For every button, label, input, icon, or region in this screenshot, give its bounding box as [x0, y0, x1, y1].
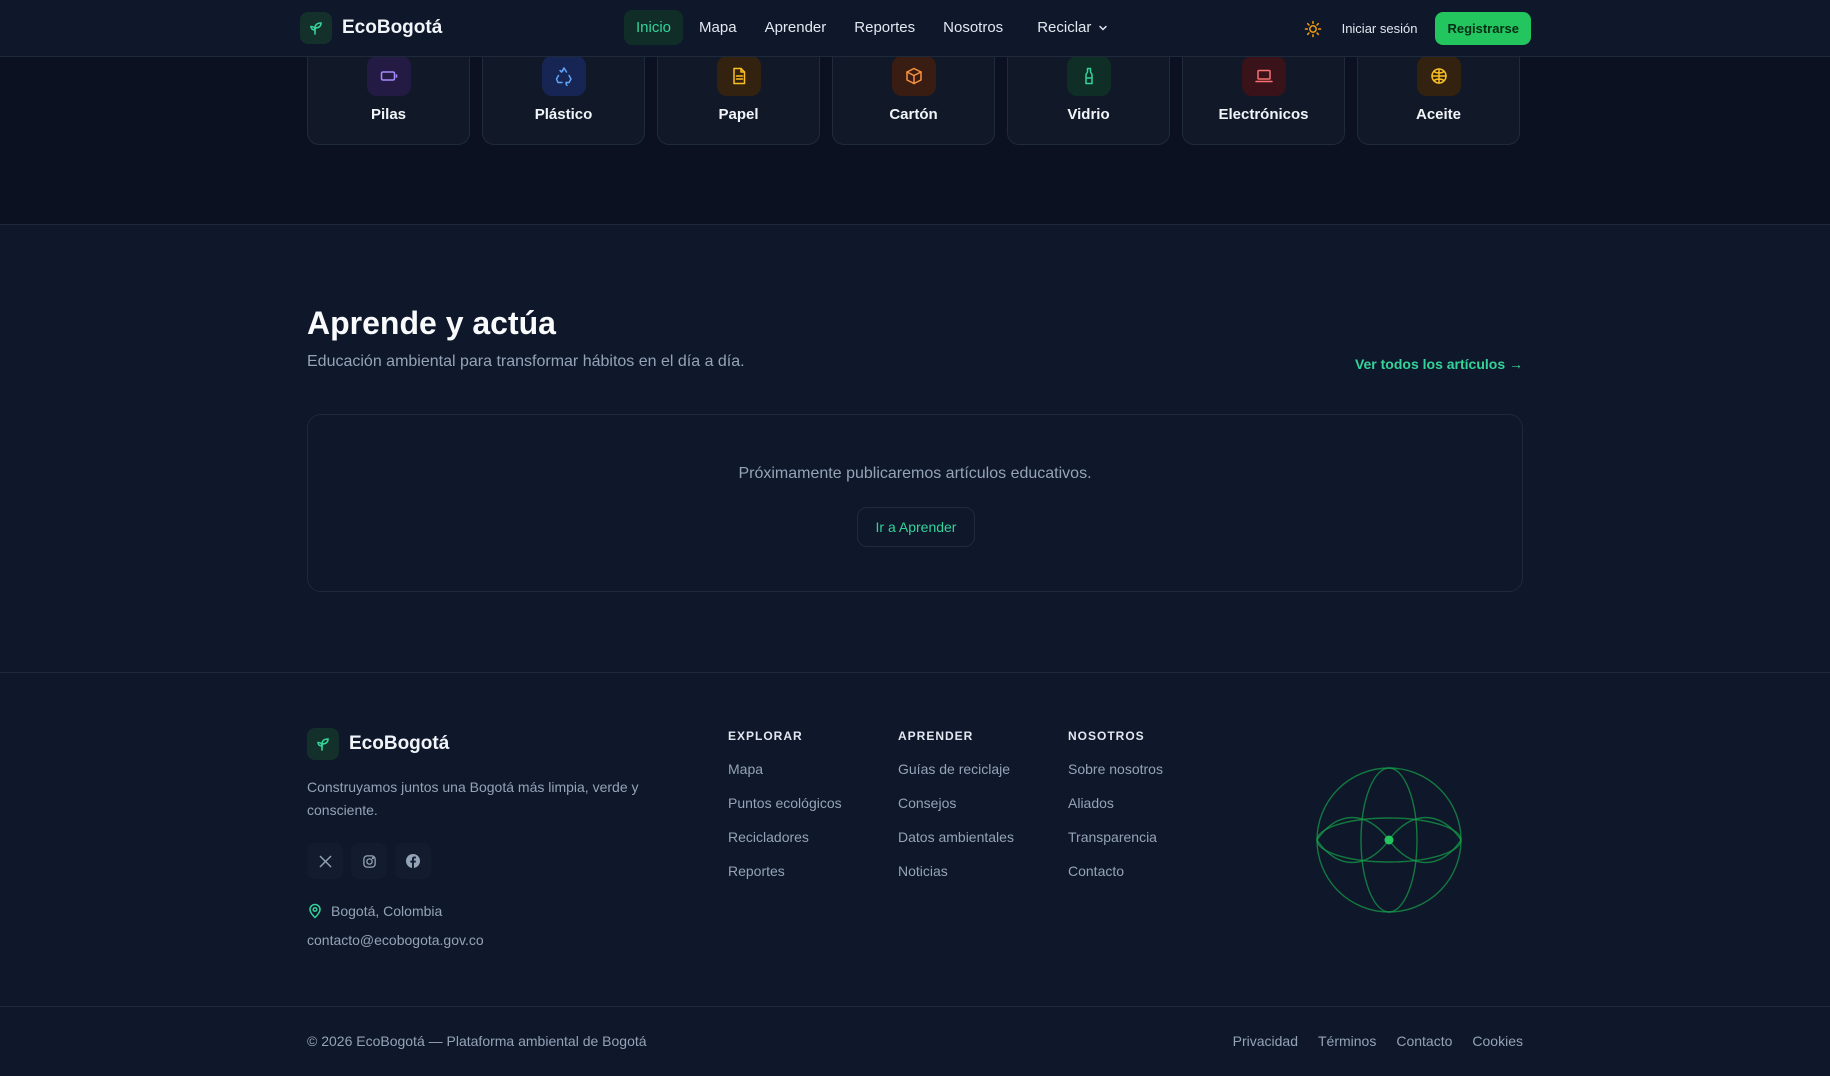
nav-dropdown-reciclar[interactable]: Reciclar — [1025, 10, 1121, 45]
category-card-papel[interactable]: Papel — [657, 47, 820, 145]
footer-link[interactable]: Mapa — [728, 761, 842, 795]
category-card-aceite[interactable]: Aceite — [1357, 47, 1520, 145]
footer-link[interactable]: Contacto — [1068, 863, 1163, 897]
category-label: Plástico — [534, 106, 593, 123]
nav-link-mapa[interactable]: Mapa — [687, 10, 749, 45]
social-links — [307, 843, 431, 879]
category-card-pilas[interactable]: Pilas — [307, 47, 470, 145]
globe-illustration — [1316, 767, 1462, 913]
category-card-plastico[interactable]: Plástico — [482, 47, 645, 145]
sprout-icon — [300, 12, 332, 44]
brand-name: EcoBogotá — [342, 17, 443, 38]
footer-column-title: APRENDER — [898, 729, 974, 743]
nav-link-aprender[interactable]: Aprender — [753, 10, 839, 45]
footer-description: Construyamos juntos una Bogotá más limpi… — [307, 779, 639, 818]
footer-column-nosotros: NOSOTROS Sobre nosotros Aliados Transpar… — [1068, 729, 1163, 897]
footer-location: Bogotá, Colombia — [307, 903, 442, 919]
category-label: Pilas — [370, 106, 407, 123]
footer-link[interactable]: Recicladores — [728, 829, 842, 863]
category-card-carton[interactable]: Cartón — [832, 47, 995, 145]
login-link[interactable]: Iniciar sesión — [1342, 21, 1418, 36]
footer-link[interactable]: Sobre nosotros — [1068, 761, 1163, 795]
nav-actions: Iniciar sesión Registrarse — [1302, 12, 1531, 45]
legal-link-privacidad[interactable]: Privacidad — [1233, 1033, 1298, 1049]
empty-articles-card: Próximamente publicaremos artículos educ… — [307, 414, 1523, 592]
nav-dropdown-label: Reciclar — [1037, 19, 1092, 36]
laptop-icon — [1241, 56, 1286, 96]
footer-link[interactable]: Guías de reciclaje — [898, 761, 1014, 795]
empty-state-text: Próximamente publicaremos artículos educ… — [738, 465, 1092, 482]
battery-icon — [366, 56, 411, 96]
footer-column-title: NOSOTROS — [1068, 729, 1145, 743]
category-grid: Pilas Plástico Papel Cartón Vidrio Elect… — [307, 47, 1520, 145]
box-icon — [891, 56, 936, 96]
category-label: Electrónicos — [1218, 106, 1309, 123]
footer-column-aprender: APRENDER Guías de reciclaje Consejos Dat… — [898, 729, 1014, 897]
footer-link[interactable]: Puntos ecológicos — [728, 795, 842, 829]
oil-icon — [1416, 56, 1461, 96]
footer-brand-name: EcoBogotá — [349, 733, 450, 754]
nav-link-reportes[interactable]: Reportes — [842, 10, 927, 45]
x-twitter-icon[interactable] — [307, 843, 343, 879]
copyright-text: © 2026 EcoBogotá — Plataforma ambiental … — [307, 1033, 647, 1049]
facebook-icon[interactable] — [395, 843, 431, 879]
legal-link-cookies[interactable]: Cookies — [1472, 1033, 1523, 1049]
section-subtitle: Educación ambiental para transformar háb… — [307, 353, 745, 370]
register-button[interactable]: Registrarse — [1435, 12, 1531, 45]
legal-links: Privacidad Términos Contacto Cookies — [1233, 1033, 1523, 1049]
chevron-down-icon — [1099, 25, 1108, 31]
brand-logo-link[interactable]: EcoBogotá — [300, 12, 442, 44]
category-label: Papel — [718, 106, 759, 123]
contact-email-link[interactable]: contacto@ecobogota.gov.co — [307, 932, 484, 948]
footer-column-title: EXPLORAR — [728, 729, 803, 743]
legal-link-contacto[interactable]: Contacto — [1396, 1033, 1452, 1049]
footer-link[interactable]: Aliados — [1068, 795, 1163, 829]
go-to-learn-button[interactable]: Ir a Aprender — [857, 507, 975, 547]
view-all-articles-link[interactable]: Ver todos los artículos → — [1355, 356, 1523, 372]
instagram-icon[interactable] — [351, 843, 387, 879]
footer-link[interactable]: Consejos — [898, 795, 1014, 829]
bottle-icon — [1066, 56, 1111, 96]
sun-icon[interactable] — [1302, 18, 1324, 40]
footer: EcoBogotá Construyamos juntos una Bogotá… — [0, 673, 1830, 1076]
category-label: Vidrio — [1067, 106, 1110, 123]
recycle-icon — [541, 56, 586, 96]
footer-bottom-bar: © 2026 EcoBogotá — Plataforma ambiental … — [0, 1006, 1830, 1076]
category-card-vidrio[interactable]: Vidrio — [1007, 47, 1170, 145]
section-title: Aprende y actúa — [307, 305, 556, 341]
footer-link[interactable]: Noticias — [898, 863, 1014, 897]
top-navbar: EcoBogotá Inicio Mapa Aprender Reportes … — [0, 0, 1830, 57]
category-label: Aceite — [1415, 106, 1462, 123]
category-label: Cartón — [889, 106, 938, 123]
footer-brand[interactable]: EcoBogotá — [307, 728, 449, 760]
legal-link-terminos[interactable]: Términos — [1318, 1033, 1376, 1049]
nav-link-nosotros[interactable]: Nosotros — [931, 10, 1015, 45]
main-nav: Inicio Mapa Aprender Reportes Nosotros R… — [624, 10, 1121, 45]
footer-column-explorar: EXPLORAR Mapa Puntos ecológicos Reciclad… — [728, 729, 842, 897]
footer-link[interactable]: Datos ambientales — [898, 829, 1014, 863]
nav-link-inicio[interactable]: Inicio — [624, 10, 684, 45]
footer-link[interactable]: Transparencia — [1068, 829, 1163, 863]
document-icon — [716, 56, 761, 96]
location-text: Bogotá, Colombia — [331, 903, 443, 919]
learn-section: Aprende y actúa Educación ambiental para… — [0, 225, 1830, 673]
category-card-electronicos[interactable]: Electrónicos — [1182, 47, 1345, 145]
sprout-icon — [307, 728, 339, 760]
footer-link[interactable]: Reportes — [728, 863, 842, 897]
categories-section: Pilas Plástico Papel Cartón Vidrio Elect… — [0, 47, 1830, 225]
map-pin-icon — [309, 903, 321, 919]
